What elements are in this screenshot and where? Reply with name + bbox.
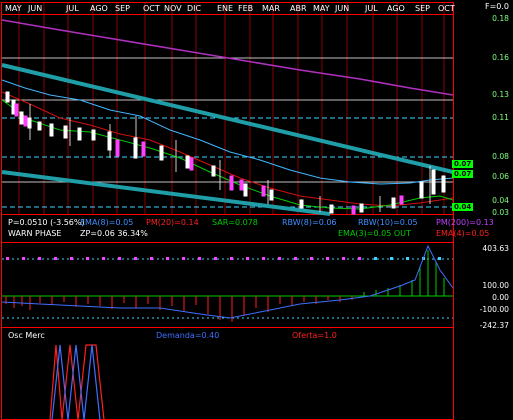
month-label: DIC	[187, 4, 202, 13]
current-value-tag: 0.04	[452, 203, 474, 211]
price-axis-label: 0.03	[492, 208, 509, 217]
macd-axis-label: -100.00	[479, 305, 509, 314]
osc-lines	[49, 344, 105, 420]
month-label: OCT	[143, 4, 160, 13]
month-label: SEP	[415, 4, 430, 13]
macd-dotted-levels	[2, 258, 453, 319]
month-label: ENE	[217, 4, 234, 13]
chart-canvas	[1, 2, 454, 420]
month-label: NOV	[164, 4, 182, 13]
month-label: MAR	[262, 4, 280, 13]
phase-readout: WARN PHASE	[8, 229, 62, 238]
price-axis-label: 0.16	[492, 53, 509, 62]
osc-demand: Demanda=0.40	[156, 331, 220, 340]
current-value-tag: 0.07	[452, 170, 474, 178]
zp-readout: ZP=0.06 36.34%	[80, 229, 148, 238]
month-label: OCT	[438, 4, 455, 13]
month-label: MAY	[5, 4, 22, 13]
month-label: AGO	[90, 4, 108, 13]
month-label: SEP	[115, 4, 130, 13]
sar-readout: SAR=0.078	[212, 218, 258, 227]
macd-axis-label: 0.00	[492, 293, 509, 302]
month-label: ABR	[290, 4, 307, 13]
price-panel-frame	[1, 2, 454, 215]
ema4-readout: EMA(4)=0.05	[436, 229, 490, 238]
price-readout: P=0.0510 (-3.56%)	[8, 218, 85, 227]
price-axis-label: 0.18	[492, 14, 509, 23]
ma200-line	[1, 19, 454, 96]
macd-dots-top-cyan	[374, 257, 441, 260]
ma20-line	[1, 91, 454, 207]
month-label: JUN	[335, 4, 350, 13]
month-label: JUN	[28, 4, 43, 13]
month-label: JUL	[66, 4, 79, 13]
f-value: F=0.0	[484, 2, 509, 11]
price-axis-label: 0.13	[492, 90, 509, 99]
month-label: AGO	[387, 4, 405, 13]
macd-signal-line	[1, 244, 454, 319]
osc-title: Osc Merc	[8, 331, 45, 340]
rbw10-readout: RBW(10)=0.05	[358, 218, 418, 227]
month-label: MAY	[313, 4, 330, 13]
macd-axis-label: 100.00	[482, 281, 509, 290]
price-axis-label: 0.08	[492, 152, 509, 161]
macd-panel-frame	[1, 242, 454, 328]
ema8-readout: EMA(8)=0.05	[80, 218, 134, 227]
price-axis-label: 0.11	[492, 113, 509, 122]
macd-axis-label: 403.63	[482, 244, 509, 253]
price-axis-label: 0.06	[492, 172, 509, 181]
macd-axis-label: -242.37	[479, 321, 509, 330]
osc-offer: Oferta=1.0	[292, 331, 337, 340]
price-axis-label: 0.04	[492, 196, 509, 205]
ema3-readout: EMA(3)=0.05 OUT	[338, 229, 411, 238]
month-label: FEB	[238, 4, 254, 13]
current-value-tag: 0.07	[452, 160, 474, 168]
month-label: JUL	[365, 4, 378, 13]
pm200-readout: PM(200)=0.13	[436, 218, 494, 227]
pm20-readout: PM(20)=0.14	[146, 218, 199, 227]
rbw8-readout: RBW(8)=0.06	[282, 218, 337, 227]
macd-histogram-green	[363, 250, 445, 296]
